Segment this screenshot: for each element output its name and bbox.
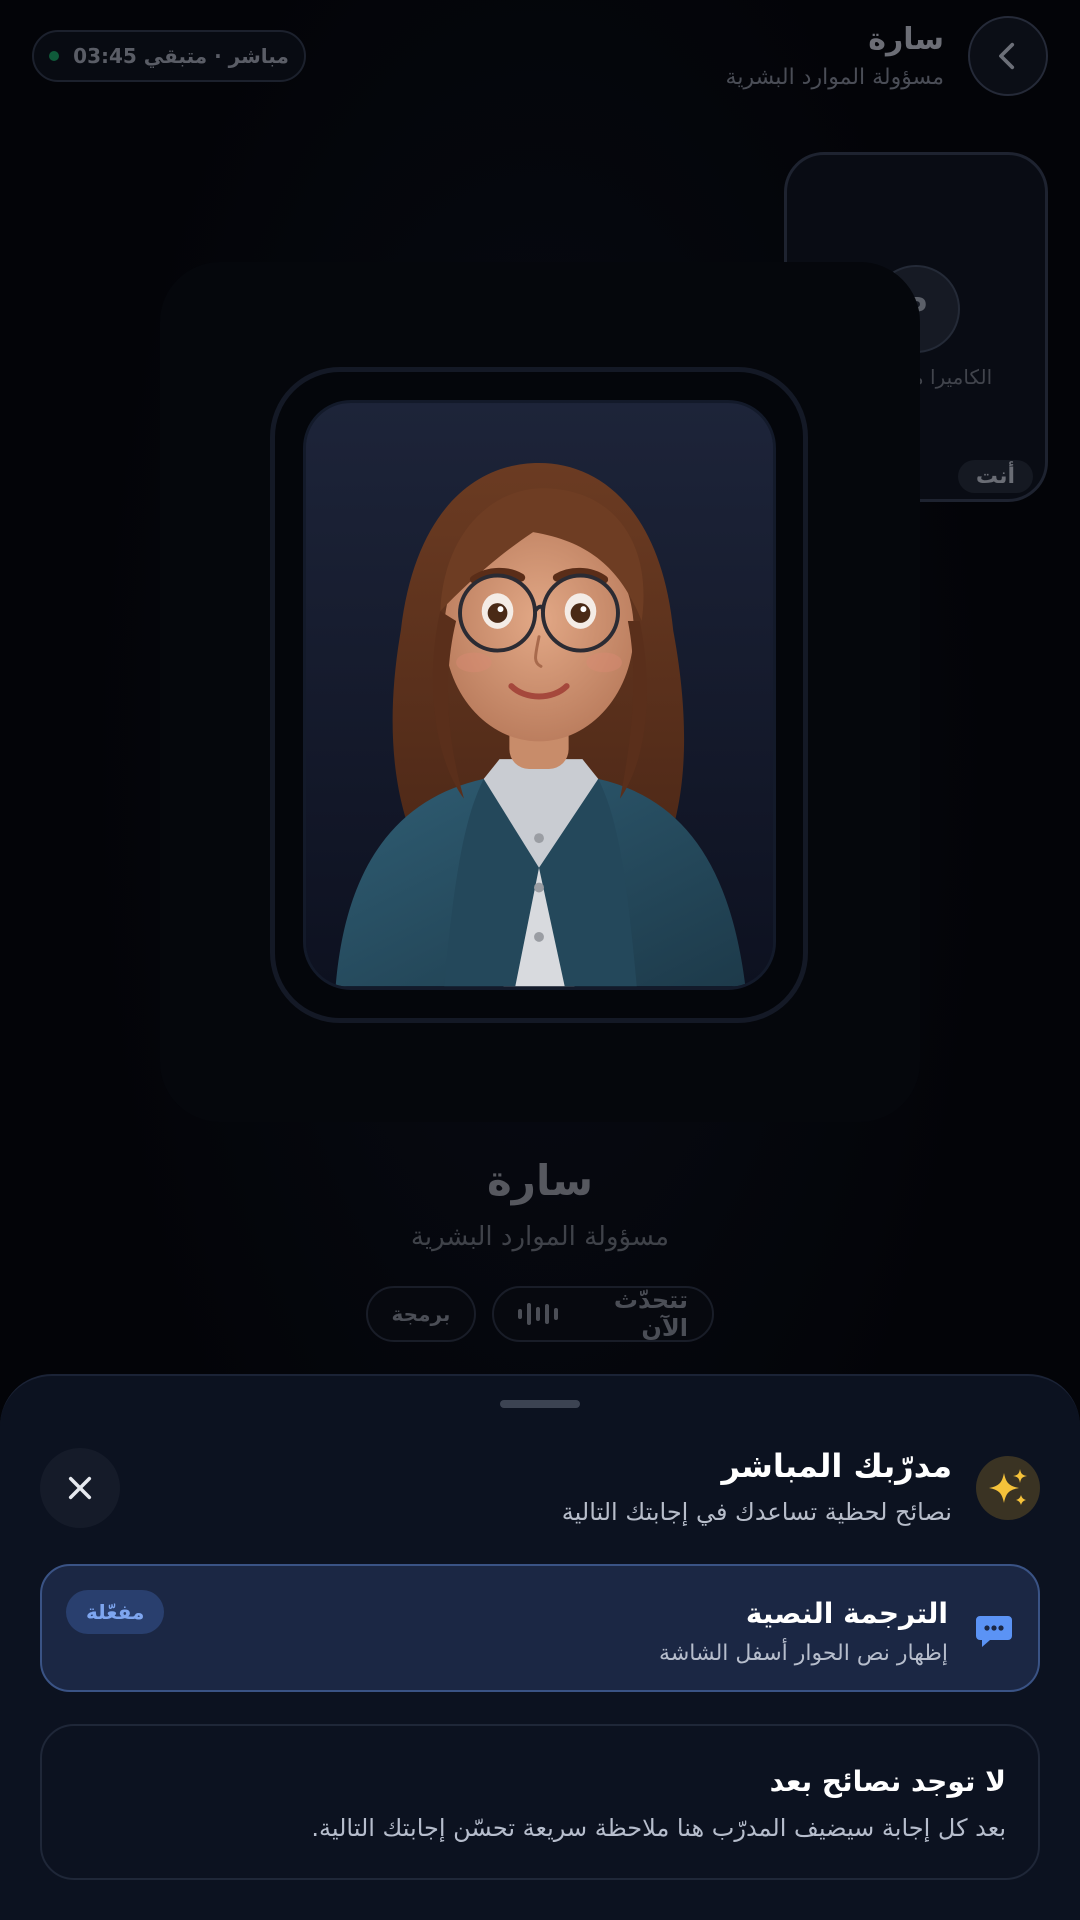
captions-toggle-card[interactable]: الترجمة النصية إظهار نص الحوار أسفل الشا… (40, 1564, 1040, 1692)
live-status-text: مباشر · متبقي 03:45 (73, 44, 289, 68)
captions-title: الترجمة النصية (745, 1597, 948, 1630)
speaking-label: تتحدّث الآن (613, 1286, 688, 1342)
tips-body: بعد كل إجابة سيضيف المدرّب هنا ملاحظة سر… (311, 1814, 1006, 1842)
speaker-name: سارة (486, 1156, 594, 1205)
speaker-chips: تتحدّث الآن برمجة (0, 1286, 1080, 1342)
chevron-left-icon (999, 42, 1015, 70)
coach-badge (976, 1456, 1040, 1520)
back-button[interactable] (968, 16, 1048, 96)
speaker-avatar (303, 400, 776, 990)
speaker-role: مسؤولة الموارد البشرية (410, 1222, 670, 1252)
sparkles-icon (989, 1469, 1027, 1505)
sheet-grabber[interactable] (500, 1400, 580, 1408)
coach-sheet: مدرّبك المباشر نصائح لحظية تساعدك في إجا… (0, 1374, 1080, 1920)
header-name: سارة (868, 22, 944, 57)
close-button[interactable] (40, 1448, 120, 1528)
topic-tag: برمجة (366, 1286, 476, 1342)
chat-bubble-icon (976, 1616, 1012, 1647)
header-title: سارة مسؤولة الموارد البشرية (726, 20, 944, 96)
you-label: أنت (957, 460, 1033, 493)
captions-subtitle: إظهار نص الحوار أسفل الشاشة (659, 1641, 948, 1666)
speaking-indicator: تتحدّث الآن (492, 1286, 714, 1342)
tips-title: لا توجد نصائح بعد (769, 1765, 1006, 1798)
call-screen: سارة مسؤولة الموارد البشرية مباشر · متبق… (0, 0, 1080, 1920)
close-icon (68, 1476, 92, 1500)
waveform-icon (518, 1303, 558, 1325)
header-role: مسؤولة الموارد البشرية (725, 65, 944, 90)
captions-status-badge: مفعّلة (66, 1590, 165, 1634)
coach-title: مدرّبك المباشر (721, 1447, 952, 1485)
live-dot-icon (49, 51, 60, 61)
coach-subtitle: نصائح لحظية تساعدك في إجابتك التالية (561, 1498, 952, 1526)
tips-card: لا توجد نصائح بعد بعد كل إجابة سيضيف الم… (40, 1724, 1040, 1880)
speaker-avatar-illustration (306, 403, 773, 987)
live-status-pill: مباشر · متبقي 03:45 (32, 30, 306, 82)
